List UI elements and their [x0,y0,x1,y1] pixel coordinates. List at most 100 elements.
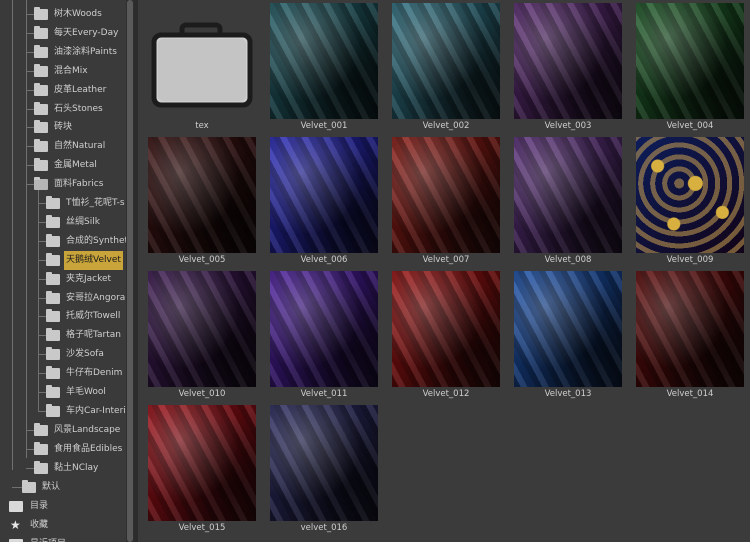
tree-item-11[interactable]: 丝绸Silk [0,213,126,232]
texture-image [392,271,500,387]
thumbnail-6[interactable]: Velvet_006 [270,137,378,265]
tree-item-label: 沙发Sofa [66,349,104,360]
thumbnail-label: Velvet_003 [544,121,592,131]
thumbnail-0[interactable]: tex [148,3,256,131]
tree-guide-line [38,240,46,242]
tree-item-16[interactable]: 托威尔Towell [0,307,126,326]
tree-item-23[interactable]: 食用食品Edibles [0,440,126,459]
tree-item-0[interactable]: 树木Woods [0,5,126,24]
folder-icon [34,25,48,39]
tree-item-label: 混合Mix [54,65,88,76]
thumbnail-3[interactable]: Velvet_003 [514,3,622,131]
tree-item-7[interactable]: 自然Natural [0,137,126,156]
tree-item-18[interactable]: 沙发Sofa [0,345,126,364]
tree-item-label: T恤衫_花呢T-s [66,198,125,208]
folder-icon [34,422,48,436]
thumbnail-14[interactable]: Velvet_014 [636,271,744,399]
tree-item-21[interactable]: 车内Car-Interi [0,402,126,421]
tree-guide-line [38,335,46,337]
texture-image [514,137,622,253]
tree-item-3[interactable]: 混合Mix [0,62,126,81]
tree-guide-line [26,89,34,91]
tree-item-12[interactable]: 合成的Synthet [0,232,126,251]
thumbnail-8[interactable]: Velvet_008 [514,137,622,265]
tree-item-label: 风景Landscape [54,424,121,435]
tree-item-14[interactable]: 夹克Jacket [0,270,126,289]
folder-icon [46,366,60,380]
tree-bottom-label: 最近项目 [30,535,66,542]
thumbnail-11[interactable]: Velvet_011 [270,271,378,399]
thumbnail-4[interactable]: Velvet_004 [636,3,744,131]
tree-item-6[interactable]: 砖块 [0,118,126,137]
tree-guide-line [26,70,34,72]
tree-item-8[interactable]: 金属Metal [0,156,126,175]
folder-icon [46,403,60,417]
tree-guide-line [26,108,34,110]
folder-icon [46,328,60,342]
tree-guide-line [38,316,46,318]
tree-bottom-1[interactable]: ★ 收藏 [0,516,126,535]
thumbnail-15[interactable]: Velvet_015 [148,405,256,533]
tree-item-2[interactable]: 油漆涂料Paints [0,43,126,62]
tree-item-15[interactable]: 安哥拉Angora [0,289,126,308]
tree-item-label: 食用食品Edibles [54,443,123,454]
folder-icon [34,44,48,58]
thumbnail-label: Velvet_004 [666,121,714,131]
thumbnail-10[interactable]: Velvet_010 [148,271,256,399]
tree-item-10[interactable]: T恤衫_花呢T-s [0,194,126,213]
tree-item-17[interactable]: 格子呢Tartan [0,326,126,345]
tree-item-19[interactable]: 牛仔布Denim [0,364,126,383]
tree-item-label: 石头Stones [54,103,103,114]
tree-guide-line [38,410,46,412]
thumbnail-label: Velvet_010 [178,389,226,399]
folder-icon [46,196,60,209]
thumbnail-13[interactable]: Velvet_013 [514,271,622,399]
tree-item-4[interactable]: 皮革Leather [0,81,126,100]
tree-guide-line [26,14,34,15]
thumbnail-9[interactable]: Velvet_009 [636,137,744,265]
tree-item-24[interactable]: 黏土NClay [0,459,126,478]
thumbnail-5[interactable]: Velvet_005 [148,137,256,265]
tree-item-label: 油漆涂料Paints [54,46,117,57]
tree-bottom-label: 目录 [30,501,49,511]
tree-guide-line [38,221,46,223]
tree-item-label: 格子呢Tartan [66,330,121,341]
thumbnail-12[interactable]: Velvet_012 [392,271,500,399]
thumbnail-label: Velvet_007 [422,255,470,265]
tree-bottom-2[interactable]: 最近项目 [0,535,126,542]
texture-image [636,137,744,253]
texture-image [270,271,378,387]
tree-item-20[interactable]: 羊毛Wool [0,383,126,402]
tree-item-label: 面料Fabrics [54,179,104,190]
texture-image [636,271,744,387]
tree-item-label: 砖块 [54,122,73,133]
tree-item-13[interactable]: 天鹅绒Velvet [0,250,126,270]
tree-guide-line [38,392,46,393]
folder-icon [34,7,48,20]
thumbnail-16[interactable]: velvet_016 [270,405,378,533]
texture-image [270,137,378,253]
texture-image [270,405,378,521]
tree-scrollbar-thumb[interactable] [127,0,133,542]
thumbnail-1[interactable]: Velvet_001 [270,3,378,131]
tree-item-label: 牛仔布Denim [66,368,123,379]
tree-guide-line [38,373,46,375]
thumbnail-label: Velvet_014 [666,389,714,399]
tree-item-label: 自然Natural [54,141,106,152]
tree-bottom-0[interactable]: 目录 [0,497,126,516]
thumbnail-label: Velvet_012 [422,389,470,399]
tree-item-9[interactable]: 面料Fabrics [0,175,126,194]
tree-item-1[interactable]: 每天Every-Day [0,24,126,43]
star-icon: ★ [10,518,21,532]
thumbnail-2[interactable]: Velvet_002 [392,3,500,131]
tree-item-label: 每天Every-Day [54,27,119,38]
thumbnail-label: Velvet_009 [666,255,714,265]
thumbnail-label: velvet_016 [300,523,348,533]
tree-item-5[interactable]: 石头Stones [0,100,126,119]
tree-item-label: 安哥拉Angora [66,292,126,303]
thumbnail-7[interactable]: Velvet_007 [392,137,500,265]
tree-scrollbar[interactable] [126,0,134,542]
tree-item-22[interactable]: 风景Landscape [0,421,126,440]
folder-icon [151,22,253,108]
tree-guide-line [38,354,46,356]
